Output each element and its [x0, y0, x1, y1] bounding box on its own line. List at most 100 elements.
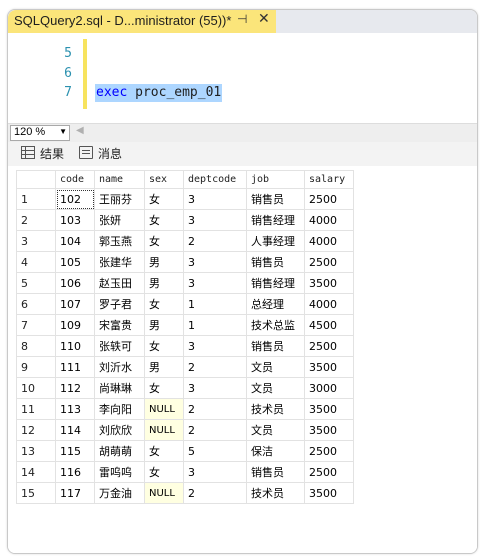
table-row[interactable]: 4 105 张建华男 3 销售员 2500: [16, 251, 354, 273]
cell-salary[interactable]: 3500: [304, 356, 354, 378]
cell-job[interactable]: 销售员: [246, 251, 305, 273]
cell-name[interactable]: 赵玉田: [94, 272, 145, 294]
cell-name[interactable]: 尚琳琳: [94, 377, 145, 399]
cell-sex[interactable]: 女: [144, 335, 184, 357]
cell-sex[interactable]: 女: [144, 440, 184, 462]
table-row[interactable]: 13 115 胡萌萌女 5 保洁 2500: [16, 440, 354, 462]
table-row[interactable]: 15 117 万金油 NULL 2 技术员 3500: [16, 482, 354, 504]
table-row[interactable]: 6 107 罗子君女 1 总经理 4000: [16, 293, 354, 315]
row-number[interactable]: 1: [16, 188, 56, 210]
cell-job[interactable]: 技术员: [246, 398, 305, 420]
cell-deptcode[interactable]: 1: [183, 314, 247, 336]
cell-name[interactable]: 李向阳: [94, 398, 145, 420]
cell-name[interactable]: 宋富贵: [94, 314, 145, 336]
cell-deptcode[interactable]: 3: [183, 377, 247, 399]
cell-name[interactable]: 雷呜呜: [94, 461, 145, 483]
column-header[interactable]: deptcode: [183, 170, 247, 189]
column-header[interactable]: code: [55, 170, 95, 189]
cell-salary[interactable]: 2500: [304, 440, 354, 462]
tab-messages[interactable]: 消息: [79, 145, 122, 163]
cell-salary[interactable]: 2500: [304, 188, 354, 210]
column-header[interactable]: name: [94, 170, 145, 189]
table-row[interactable]: 7 109 宋富贵男 1 技术总监 4500: [16, 314, 354, 336]
cell-job[interactable]: 文员: [246, 356, 305, 378]
table-row[interactable]: 2 103 张妍女 3 销售经理 4000: [16, 209, 354, 231]
cell-code[interactable]: 103: [55, 209, 95, 231]
cell-code[interactable]: 114: [55, 419, 95, 441]
cell-sex[interactable]: NULL: [144, 482, 184, 504]
cell-deptcode[interactable]: 2: [183, 230, 247, 252]
cell-sex[interactable]: NULL: [144, 398, 184, 420]
cell-deptcode[interactable]: 5: [183, 440, 247, 462]
cell-deptcode[interactable]: 3: [183, 209, 247, 231]
cell-deptcode[interactable]: 3: [183, 272, 247, 294]
cell-name[interactable]: 张妍: [94, 209, 145, 231]
cell-sex[interactable]: 女: [144, 209, 184, 231]
cell-code[interactable]: 113: [55, 398, 95, 420]
table-row[interactable]: 8 110 张轶可女 3 销售员 2500: [16, 335, 354, 357]
row-number[interactable]: 13: [16, 440, 56, 462]
cell-salary[interactable]: 3500: [304, 398, 354, 420]
cell-name[interactable]: 万金油: [94, 482, 145, 504]
column-header[interactable]: job: [246, 170, 305, 189]
cell-code[interactable]: 102: [55, 188, 95, 210]
cell-salary[interactable]: 3000: [304, 377, 354, 399]
cell-salary[interactable]: 2500: [304, 335, 354, 357]
row-number[interactable]: 2: [16, 209, 56, 231]
cell-job[interactable]: 销售经理: [246, 272, 305, 294]
table-row[interactable]: 10 112 尚琳琳女 3 文员 3000: [16, 377, 354, 399]
results-grid[interactable]: code name sex deptcode job salary 1 102 王丽…: [16, 170, 354, 504]
row-number[interactable]: 5: [16, 272, 56, 294]
cell-code[interactable]: 107: [55, 293, 95, 315]
cell-job[interactable]: 保洁: [246, 440, 305, 462]
cell-job[interactable]: 文员: [246, 419, 305, 441]
tab-results[interactable]: 结果: [21, 145, 64, 163]
cell-salary[interactable]: 2500: [304, 461, 354, 483]
query-tab[interactable]: SQLQuery2.sql - D...ministrator (55))* ⊣…: [8, 10, 276, 33]
column-header[interactable]: sex: [144, 170, 184, 189]
cell-job[interactable]: 销售经理: [246, 209, 305, 231]
cell-job[interactable]: 文员: [246, 377, 305, 399]
close-icon[interactable]: ✕: [258, 11, 270, 27]
row-number[interactable]: 7: [16, 314, 56, 336]
cell-job[interactable]: 销售员: [246, 188, 305, 210]
cell-salary[interactable]: 4000: [304, 230, 354, 252]
row-number[interactable]: 6: [16, 293, 56, 315]
cell-job[interactable]: 人事经理: [246, 230, 305, 252]
cell-sex[interactable]: 女: [144, 377, 184, 399]
cell-salary[interactable]: 4000: [304, 209, 354, 231]
cell-job[interactable]: 销售员: [246, 335, 305, 357]
cell-name[interactable]: 王丽芬: [94, 188, 145, 210]
column-header[interactable]: salary: [304, 170, 354, 189]
cell-code[interactable]: 117: [55, 482, 95, 504]
cell-sex[interactable]: 男: [144, 251, 184, 273]
cell-deptcode[interactable]: 1: [183, 293, 247, 315]
row-number[interactable]: 4: [16, 251, 56, 273]
cell-code[interactable]: 104: [55, 230, 95, 252]
row-number[interactable]: 3: [16, 230, 56, 252]
cell-name[interactable]: 胡萌萌: [94, 440, 145, 462]
cell-job[interactable]: 销售员: [246, 461, 305, 483]
cell-sex[interactable]: 男: [144, 272, 184, 294]
cell-sex[interactable]: 女: [144, 461, 184, 483]
cell-deptcode[interactable]: 2: [183, 398, 247, 420]
cell-name[interactable]: 郭玉燕: [94, 230, 145, 252]
cell-code[interactable]: 105: [55, 251, 95, 273]
row-number[interactable]: 11: [16, 398, 56, 420]
cell-deptcode[interactable]: 3: [183, 188, 247, 210]
cell-salary[interactable]: 3500: [304, 419, 354, 441]
cell-code[interactable]: 112: [55, 377, 95, 399]
cell-sex[interactable]: 男: [144, 356, 184, 378]
cell-deptcode[interactable]: 2: [183, 419, 247, 441]
cell-deptcode[interactable]: 2: [183, 482, 247, 504]
row-number[interactable]: 15: [16, 482, 56, 504]
cell-deptcode[interactable]: 3: [183, 461, 247, 483]
table-row[interactable]: 11 113 李向阳 NULL 2 技术员 3500: [16, 398, 354, 420]
table-row[interactable]: 12 114 刘欣欣 NULL 2 文员 3500: [16, 419, 354, 441]
table-row[interactable]: 3 104 郭玉燕女 2 人事经理 4000: [16, 230, 354, 252]
row-number-header[interactable]: [16, 170, 56, 189]
cell-code[interactable]: 106: [55, 272, 95, 294]
cell-salary[interactable]: 4000: [304, 293, 354, 315]
row-number[interactable]: 12: [16, 419, 56, 441]
row-number[interactable]: 9: [16, 356, 56, 378]
